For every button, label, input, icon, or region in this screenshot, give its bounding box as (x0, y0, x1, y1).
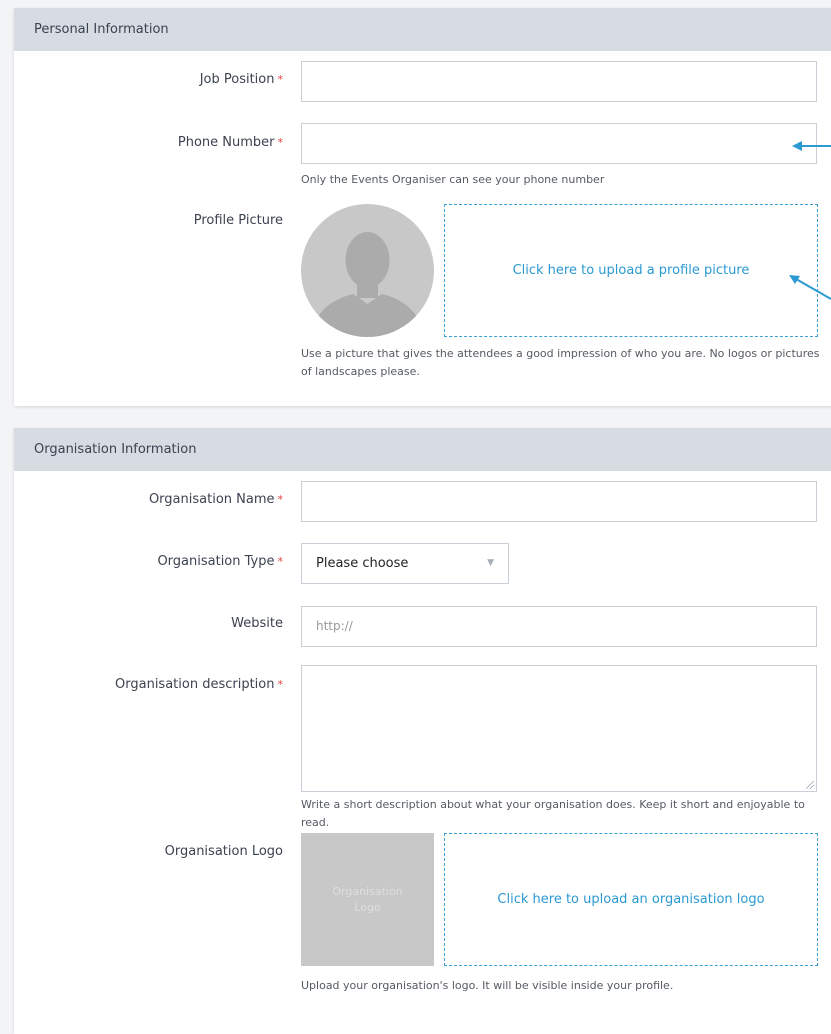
job-position-label: Job Position * (199, 72, 284, 87)
organisation-description-label: Organisation description * (115, 677, 283, 692)
profile-picture-label: Profile Picture (193, 213, 283, 228)
panel-header: Organisation Information (14, 428, 831, 471)
resize-handle-icon[interactable] (806, 781, 814, 789)
phone-number-label: Phone Number * (177, 135, 284, 150)
website-label: Website (231, 616, 283, 631)
required-marker: * (277, 136, 284, 149)
logo-help-text: Upload your organisation's logo. It will… (301, 979, 674, 992)
required-marker: * (277, 555, 284, 568)
organisation-name-label: Organisation Name * (148, 492, 284, 507)
phone-help-text: Only the Events Organiser can see your p… (301, 173, 605, 186)
upload-profile-picture-button[interactable]: Click here to upload a profile picture (444, 204, 818, 337)
phone-number-input[interactable] (301, 123, 817, 164)
logo-placeholder: Organisation Logo (301, 833, 434, 966)
organisation-type-select[interactable]: Please choose ▼ (301, 543, 509, 584)
arrow-icon (789, 275, 831, 300)
organisation-information-panel: Organisation Information Organisation Na… (14, 428, 831, 1034)
required-marker: * (277, 678, 284, 691)
website-input[interactable]: http:// (301, 606, 817, 647)
organisation-type-label: Organisation Type * (157, 554, 283, 569)
logo-placeholder-text: Organisation Logo (332, 884, 403, 914)
description-help-text: Write a short description about what you… (301, 798, 805, 829)
organisation-name-input[interactable] (301, 481, 817, 522)
organisation-logo-label: Organisation Logo (164, 844, 283, 859)
job-position-input[interactable] (301, 61, 817, 102)
required-marker: * (277, 73, 284, 86)
organisation-description-textarea[interactable] (301, 665, 817, 792)
person-silhouette-icon (311, 232, 424, 337)
personal-information-panel: Personal Information Job Position * Phone… (14, 8, 831, 406)
picture-help-text: Use a picture that gives the attendees a… (301, 347, 820, 378)
avatar (301, 204, 434, 337)
arrow-icon (792, 141, 831, 151)
upload-organisation-logo-button[interactable]: Click here to upload an organisation log… (444, 833, 818, 966)
required-marker: * (277, 493, 284, 506)
panel-header: Personal Information (14, 8, 831, 51)
triangle-down-icon: ▼ (487, 558, 494, 568)
select-value: Please choose (316, 556, 409, 571)
